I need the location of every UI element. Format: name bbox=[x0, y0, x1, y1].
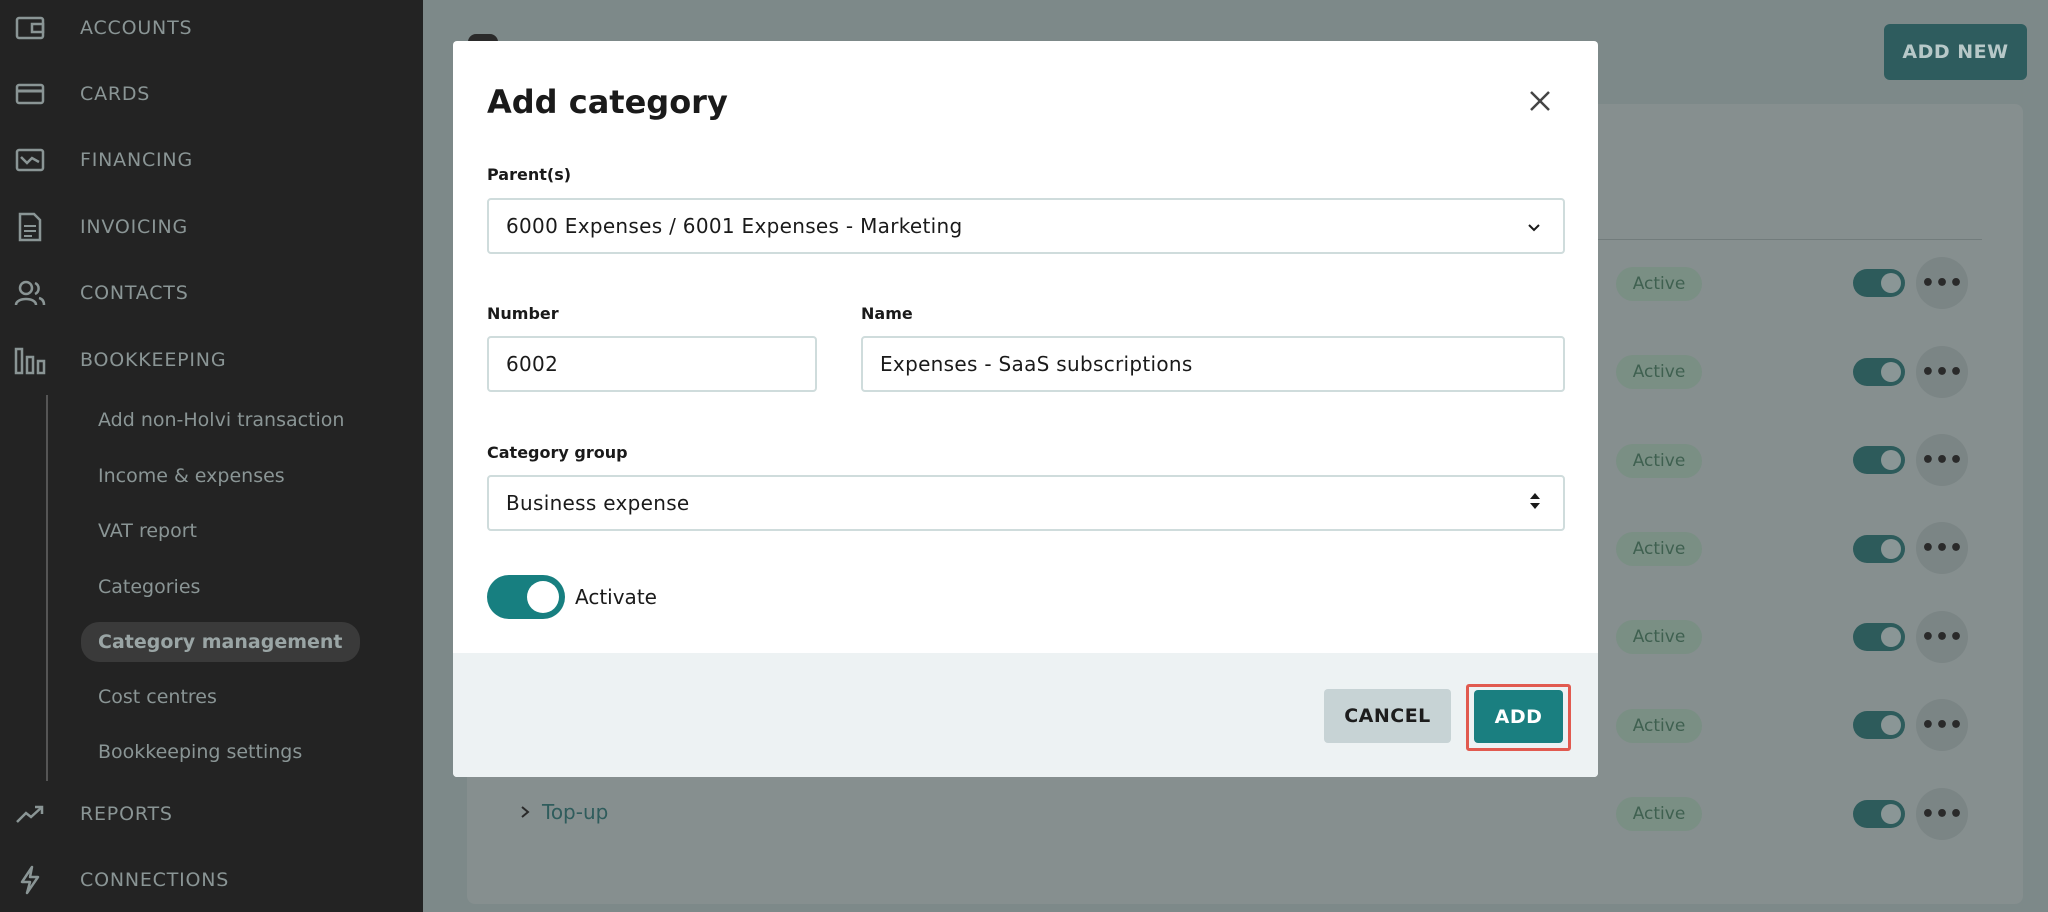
sort-arrows-icon bbox=[1529, 491, 1541, 515]
nav-financing[interactable]: FINANCING bbox=[0, 140, 423, 180]
subnav-category-management[interactable]: Category management bbox=[81, 622, 360, 662]
cancel-button[interactable]: CANCEL bbox=[1324, 689, 1451, 743]
nav-label: FINANCING bbox=[80, 149, 193, 171]
nav-invoicing[interactable]: INVOICING bbox=[0, 207, 423, 247]
subnav-income-expenses[interactable]: Income & expenses bbox=[98, 458, 285, 494]
subnav-vat-report[interactable]: VAT report bbox=[98, 513, 197, 549]
nav-label: REPORTS bbox=[80, 803, 173, 825]
activate-label: Activate bbox=[575, 585, 657, 609]
row-toggle[interactable] bbox=[1853, 358, 1905, 386]
financing-icon bbox=[14, 144, 46, 176]
category-group-select[interactable]: Business expense bbox=[487, 475, 1565, 531]
activate-toggle[interactable] bbox=[487, 575, 565, 619]
subnav-divider bbox=[46, 395, 48, 781]
more-options-icon[interactable]: ••• bbox=[1916, 346, 1968, 398]
more-options-icon[interactable]: ••• bbox=[1916, 788, 1968, 840]
more-options-icon[interactable]: ••• bbox=[1916, 434, 1968, 486]
subnav-add-non-holvi[interactable]: Add non-Holvi transaction bbox=[98, 402, 344, 438]
status-badge: Active bbox=[1616, 532, 1702, 566]
subnav-cost-centres[interactable]: Cost centres bbox=[98, 679, 217, 715]
row-toggle[interactable] bbox=[1853, 446, 1905, 474]
nav-label: CARDS bbox=[80, 83, 151, 105]
add-category-dialog: Add category Parent(s) 6000 Expenses / 6… bbox=[453, 41, 1598, 777]
sidebar: ACCOUNTS CARDS FINANCING INVOICING CONTA… bbox=[0, 0, 423, 912]
status-badge: Active bbox=[1616, 355, 1702, 389]
name-label: Name bbox=[861, 304, 913, 323]
category-row-topup[interactable]: Top-up bbox=[520, 800, 608, 824]
more-options-icon[interactable]: ••• bbox=[1916, 257, 1968, 309]
status-badge: Active bbox=[1616, 620, 1702, 654]
nav-label: BOOKKEEPING bbox=[80, 349, 227, 371]
more-options-icon[interactable]: ••• bbox=[1916, 699, 1968, 751]
more-options-icon[interactable]: ••• bbox=[1916, 611, 1968, 663]
bolt-icon bbox=[14, 864, 46, 896]
nav-label: CONTACTS bbox=[80, 282, 189, 304]
toggle-knob bbox=[527, 581, 559, 613]
wallet-icon bbox=[14, 12, 46, 44]
nav-reports[interactable]: REPORTS bbox=[0, 794, 423, 834]
row-toggle[interactable] bbox=[1853, 623, 1905, 651]
nav-cards[interactable]: CARDS bbox=[0, 74, 423, 114]
number-field[interactable]: 6002 bbox=[487, 336, 817, 392]
nav-label: INVOICING bbox=[80, 216, 189, 238]
nav-accounts[interactable]: ACCOUNTS bbox=[0, 8, 423, 48]
dialog-title: Add category bbox=[487, 83, 728, 121]
name-value: Expenses - SaaS subscriptions bbox=[880, 352, 1193, 376]
parent-label: Parent(s) bbox=[487, 165, 572, 184]
chevron-right-icon bbox=[520, 800, 530, 824]
nav-label: ACCOUNTS bbox=[80, 17, 193, 39]
status-badge: Active bbox=[1616, 709, 1702, 743]
number-label: Number bbox=[487, 304, 559, 323]
add-new-button[interactable]: ADD NEW bbox=[1884, 24, 2027, 80]
row-toggle[interactable] bbox=[1853, 711, 1905, 739]
subnav-categories[interactable]: Categories bbox=[98, 569, 200, 605]
nav-contacts[interactable]: CONTACTS bbox=[0, 273, 423, 313]
category-group-label: Category group bbox=[487, 443, 628, 462]
row-toggle[interactable] bbox=[1853, 535, 1905, 563]
parent-select[interactable]: 6000 Expenses / 6001 Expenses - Marketin… bbox=[487, 198, 1565, 254]
add-button[interactable]: ADD bbox=[1474, 690, 1563, 743]
document-icon bbox=[14, 211, 46, 243]
contacts-icon bbox=[14, 277, 46, 309]
nav-label: CONNECTIONS bbox=[80, 869, 230, 891]
bar-chart-icon bbox=[14, 344, 46, 376]
name-field[interactable]: Expenses - SaaS subscriptions bbox=[861, 336, 1565, 392]
nav-connections[interactable]: CONNECTIONS bbox=[0, 860, 423, 900]
subnav-bookkeeping-settings[interactable]: Bookkeeping settings bbox=[98, 734, 302, 770]
chevron-down-icon bbox=[1527, 214, 1541, 238]
category-group-value: Business expense bbox=[506, 491, 690, 515]
card-icon bbox=[14, 78, 46, 110]
dialog-footer: CANCEL ADD bbox=[453, 653, 1598, 777]
trend-icon bbox=[14, 798, 46, 830]
category-row-label: Top-up bbox=[542, 800, 609, 824]
close-icon[interactable] bbox=[1524, 85, 1556, 117]
status-badge: Active bbox=[1616, 444, 1702, 478]
status-badge: Active bbox=[1616, 267, 1702, 301]
row-toggle[interactable] bbox=[1853, 800, 1905, 828]
row-toggle[interactable] bbox=[1853, 269, 1905, 297]
more-options-icon[interactable]: ••• bbox=[1916, 522, 1968, 574]
status-badge: Active bbox=[1616, 797, 1702, 831]
number-value: 6002 bbox=[506, 352, 559, 376]
nav-bookkeeping[interactable]: BOOKKEEPING bbox=[0, 340, 423, 380]
parent-value: 6000 Expenses / 6001 Expenses - Marketin… bbox=[506, 214, 963, 238]
